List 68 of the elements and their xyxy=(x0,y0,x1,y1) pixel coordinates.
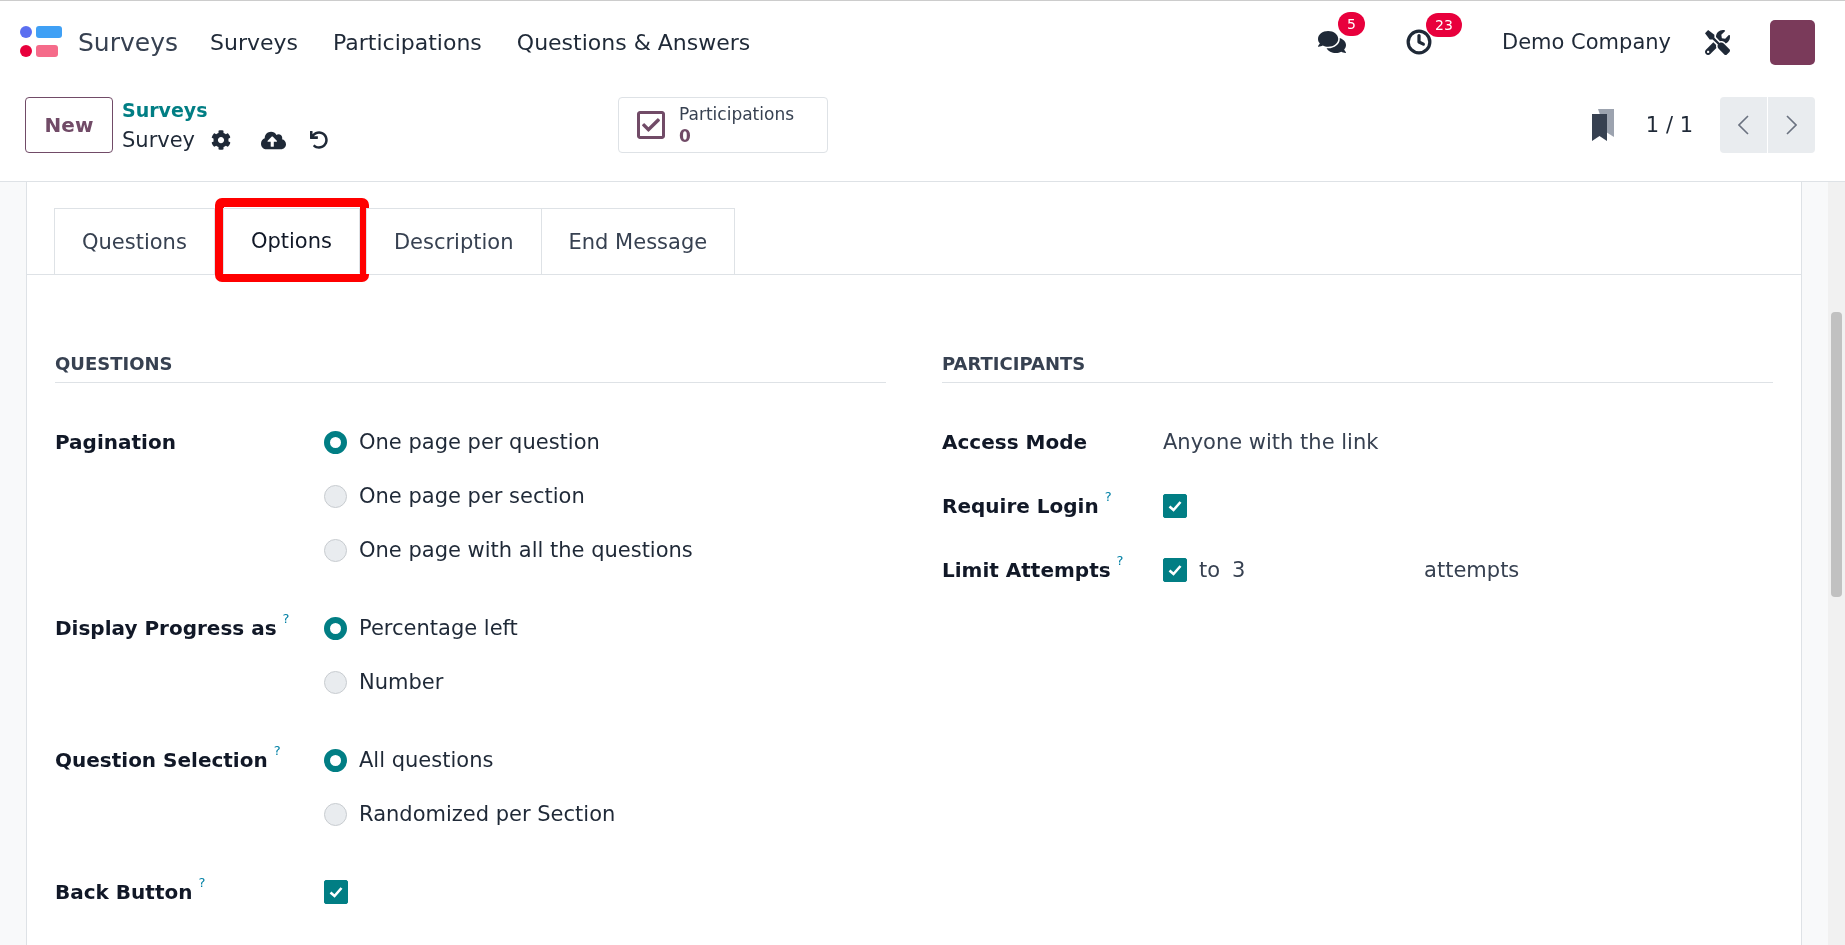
field-label: Limit Attempts xyxy=(942,558,1111,582)
attempts-field[interactable]: 3 xyxy=(1232,556,1413,584)
field-text: attempts xyxy=(1424,558,1520,582)
field-label: Access Mode xyxy=(942,430,1088,454)
menu-item[interactable]: Surveys xyxy=(210,29,298,55)
user-avatar[interactable] xyxy=(1770,19,1815,65)
checkmark-icon xyxy=(329,886,343,898)
company-name[interactable]: Demo Company xyxy=(1502,30,1671,54)
help-mark[interactable]: ? xyxy=(1104,489,1112,504)
participations-stat-button[interactable]: Participations 0 xyxy=(618,97,829,153)
option-label[interactable]: Percentage left xyxy=(359,616,518,640)
checkbox-icon xyxy=(635,109,668,141)
menu-item[interactable]: Questions & Answers xyxy=(516,29,751,55)
tab[interactable]: End Message xyxy=(540,208,736,274)
breadcrumb-link[interactable]: Surveys xyxy=(122,95,329,125)
scrollbar[interactable] xyxy=(1828,182,1845,945)
radio-button[interactable] xyxy=(324,748,347,772)
app-name[interactable]: Surveys xyxy=(78,27,178,57)
field-label: Back Button xyxy=(55,880,193,904)
option-label[interactable]: Randomized per Section xyxy=(359,802,616,826)
chevron-left-icon xyxy=(1738,115,1749,135)
field-text: to xyxy=(1199,558,1221,582)
radio-button[interactable] xyxy=(324,616,347,640)
stat-label: Participations xyxy=(679,103,795,125)
clock-icon[interactable] xyxy=(1406,29,1432,55)
field-label: Pagination xyxy=(55,430,176,454)
checkbox[interactable] xyxy=(324,880,348,904)
tools-icon[interactable] xyxy=(1705,29,1730,55)
tab[interactable]: Options xyxy=(222,208,360,274)
settings-icon[interactable] xyxy=(211,130,232,150)
checkmark-icon xyxy=(1168,500,1182,512)
radio-button[interactable] xyxy=(324,538,347,562)
help-mark[interactable]: ? xyxy=(198,875,206,890)
checkbox[interactable] xyxy=(1163,494,1187,518)
tab[interactable]: Description xyxy=(365,208,542,274)
radio-button[interactable] xyxy=(324,802,347,826)
record-title: Survey xyxy=(122,127,196,154)
option-label[interactable]: One page with all the questions xyxy=(359,538,693,562)
pager-counter[interactable]: 1 / 1 xyxy=(1645,113,1693,137)
option-label[interactable]: Number xyxy=(359,670,444,694)
new-button[interactable]: New xyxy=(25,97,113,153)
checkmark-icon xyxy=(1168,564,1182,576)
help-mark[interactable]: ? xyxy=(273,743,281,758)
undo-icon[interactable] xyxy=(310,131,329,149)
bookmark-icon[interactable] xyxy=(1589,109,1616,141)
option-label[interactable]: One page per section xyxy=(359,484,585,508)
chevron-right-icon xyxy=(1786,115,1797,135)
tab[interactable]: Questions xyxy=(54,208,215,274)
field-label: Require Login xyxy=(942,494,1099,518)
help-mark[interactable]: ? xyxy=(1116,553,1124,568)
radio-button[interactable] xyxy=(324,430,347,454)
radio-button[interactable] xyxy=(324,484,347,508)
chat-icon[interactable] xyxy=(1318,28,1346,56)
field-label: Question Selection xyxy=(55,748,268,772)
message-count-badge: 5 xyxy=(1338,12,1365,36)
option-label[interactable]: All questions xyxy=(359,748,494,772)
radio-button[interactable] xyxy=(324,670,347,694)
checkbox[interactable] xyxy=(1163,558,1187,582)
help-mark[interactable]: ? xyxy=(282,611,290,626)
field-label: Display Progress as xyxy=(55,616,277,640)
field-value: Anyone with the link xyxy=(1163,430,1379,454)
stat-value: 0 xyxy=(679,125,692,147)
activity-count-badge: 23 xyxy=(1426,13,1462,37)
app-logo-icon[interactable] xyxy=(20,25,62,59)
menu-item[interactable]: Participations xyxy=(333,29,482,55)
section-heading: PARTICIPANTS xyxy=(942,353,1773,383)
section-heading: QUESTIONS xyxy=(55,353,886,383)
option-label[interactable]: One page per question xyxy=(359,430,600,454)
